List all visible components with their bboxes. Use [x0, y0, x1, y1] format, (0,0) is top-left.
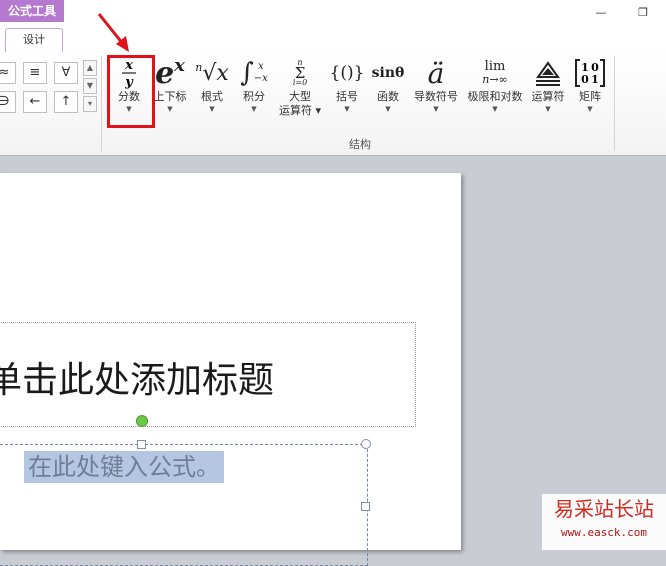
svg-text:0: 0: [581, 73, 589, 86]
dropdown-arrow-icon: ▼: [251, 105, 257, 113]
operator-icon: [528, 56, 568, 90]
watermark: 易采站长站 www.easck.com: [542, 494, 666, 550]
integral-icon: ∫ x −x: [240, 58, 268, 88]
resize-handle-top[interactable]: [137, 440, 146, 449]
symbol-left-arrow[interactable]: ←: [23, 91, 47, 113]
watermark-title: 易采站长站: [554, 497, 654, 521]
symbol-up-arrow[interactable]: ↑: [54, 91, 78, 113]
dropdown-arrow-icon: ▼: [545, 105, 551, 113]
matrix-icon: 1 0 0 1: [570, 56, 610, 90]
resize-handle-top-right[interactable]: [361, 439, 371, 449]
radical-label: 根式: [201, 90, 223, 103]
dropdown-arrow-icon: ▼: [167, 105, 173, 113]
gallery-expand-icon[interactable]: ▾: [83, 96, 97, 112]
dropdown-arrow-icon: ▼: [433, 105, 439, 113]
highlight-box: [107, 55, 155, 128]
gallery-scroll-down-icon[interactable]: ▼: [83, 78, 97, 94]
contextual-group-label: 公式工具: [0, 0, 64, 22]
integral-label: 积分: [243, 90, 265, 103]
integral-button[interactable]: ∫ x −x 积分 ▼: [234, 56, 274, 126]
group-divider: [101, 56, 102, 151]
matrix-button[interactable]: 1 0 0 1 矩阵 ▼: [570, 56, 610, 126]
resize-handle-right[interactable]: [361, 502, 370, 511]
script-label: 上下标: [153, 90, 187, 103]
dropdown-arrow-icon: ▼: [587, 105, 593, 113]
bracket-button[interactable]: {()} 括号 ▼: [327, 56, 367, 126]
group-divider: [614, 56, 615, 151]
radical-icon: n √x: [195, 60, 229, 86]
symbol-identical[interactable]: ≡: [23, 62, 47, 84]
svg-text:1: 1: [591, 73, 599, 86]
script-icon: e x: [155, 54, 185, 91]
document-area: 单击此处添加标题 在此处键入公式。: [0, 156, 666, 566]
slide: 单击此处添加标题 在此处键入公式。: [0, 173, 461, 566]
annotation-arrow-icon: [97, 13, 129, 52]
minimize-icon[interactable]: —: [592, 4, 610, 22]
dropdown-arrow-icon: ▼: [209, 105, 215, 113]
limit-log-button[interactable]: lim n→∞ 极限和对数 ▼: [463, 56, 527, 126]
function-label: 函数: [377, 90, 399, 103]
large-operator-label: 大型: [289, 90, 311, 103]
limit-log-label: 极限和对数: [467, 90, 523, 103]
restore-icon[interactable]: ❐: [634, 4, 652, 22]
bracket-icon: {()}: [329, 63, 365, 83]
operator-button[interactable]: 运算符 ▼: [528, 56, 568, 126]
bracket-label: 括号: [336, 90, 358, 103]
watermark-url: www.easck.com: [560, 526, 648, 539]
script-button[interactable]: e x 上下标 ▼: [150, 54, 190, 126]
tab-design[interactable]: 设计: [5, 28, 63, 53]
symbol-approx[interactable]: ≈: [0, 62, 16, 84]
symbol-contains[interactable]: ∋: [0, 91, 16, 113]
accent-button[interactable]: ä 导数符号 ▼: [410, 56, 462, 126]
dropdown-arrow-icon: ▼: [385, 105, 391, 113]
structures-group-label: 结构: [349, 138, 371, 151]
accent-label: 导数符号: [414, 90, 458, 103]
limit-icon: lim n→∞: [482, 59, 508, 86]
ribbon: ≈ ≡ ∀ ∋ ← ↑ ▲ ▼ ▾ x y 分数 ▼ e x 上下标 ▼ n √…: [0, 52, 666, 156]
rotation-handle[interactable]: [136, 415, 148, 427]
equation-placeholder[interactable]: 在此处键入公式。: [24, 451, 224, 483]
title-placeholder-text[interactable]: 单击此处添加标题: [0, 351, 274, 403]
matrix-label: 矩阵: [579, 90, 601, 103]
accent-icon: ä: [427, 56, 445, 90]
large-operator-label-line2: 运算符 ▾: [278, 104, 322, 117]
radical-button[interactable]: n √x 根式 ▼: [192, 56, 232, 126]
gallery-scroll-up-icon[interactable]: ▲: [83, 60, 97, 76]
function-button[interactable]: sinθ 函数 ▼: [368, 56, 408, 126]
symbol-forall[interactable]: ∀: [54, 62, 78, 84]
dropdown-arrow-icon: ▼: [492, 105, 498, 113]
operator-label: 运算符: [531, 90, 565, 103]
large-operator-button[interactable]: n Σ i=0 大型 运算符 ▾: [276, 56, 324, 126]
function-icon: sinθ: [371, 65, 405, 81]
dropdown-arrow-icon: ▼: [344, 105, 350, 113]
sum-icon: n Σ i=0: [292, 58, 308, 87]
